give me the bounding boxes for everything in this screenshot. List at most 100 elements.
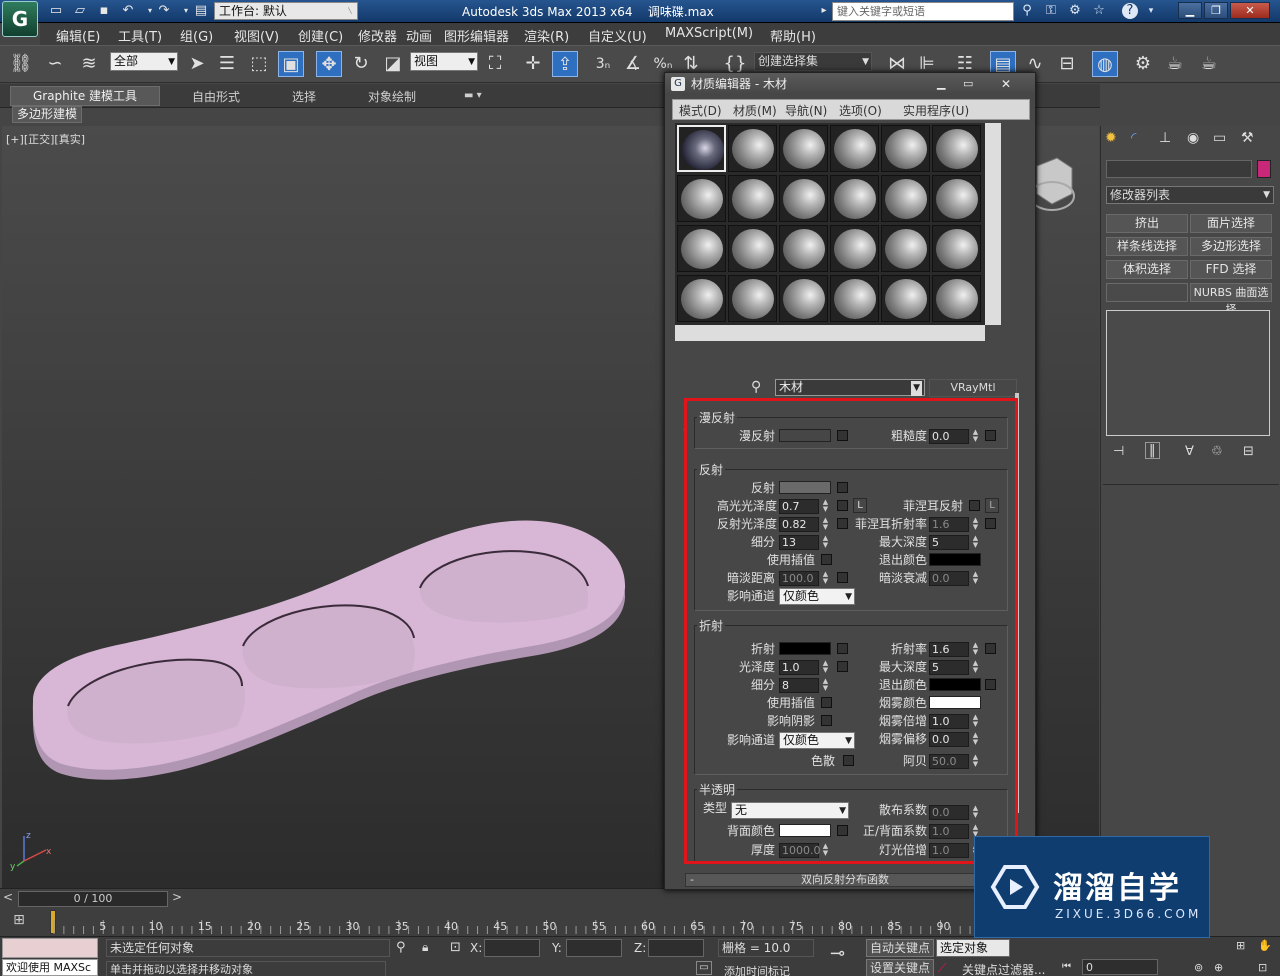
z-coord-field[interactable] — [648, 939, 704, 957]
object-name-field[interactable] — [1106, 160, 1252, 178]
snap-3d-icon[interactable]: 3ₙ — [590, 51, 616, 77]
refr-subdivs-spinner[interactable]: 8 — [779, 678, 819, 693]
me-close-icon[interactable]: ✕ — [1001, 73, 1011, 95]
spinner-arrows-icon[interactable]: ▲▼ — [971, 642, 980, 657]
modify-tab-icon[interactable]: ◜ — [1131, 130, 1136, 146]
ffd-select-button[interactable]: FFD 选择 — [1190, 260, 1272, 279]
sample-slots-vscroll[interactable] — [985, 123, 1001, 325]
scatter-coeff-spinner[interactable]: 0.0 — [929, 805, 969, 820]
material-editor-icon[interactable]: ◍ — [1092, 51, 1118, 77]
dispersion-checkbox[interactable] — [843, 755, 854, 766]
motion-tab-icon[interactable]: ◉ — [1187, 130, 1199, 146]
empty-modifier-button[interactable] — [1106, 283, 1188, 302]
poly-select-button[interactable]: 多边形选择 — [1190, 237, 1272, 256]
redo-dropdown-icon[interactable]: ▾ — [178, 3, 194, 19]
trans-type-dropdown[interactable]: 无 ▼ — [731, 802, 849, 819]
display-tab-icon[interactable]: ▭ — [1213, 130, 1226, 146]
refr-exit-color-swatch[interactable] — [929, 678, 981, 691]
time-config-icon[interactable]: ⊚ — [1194, 961, 1203, 974]
utilities-tab-icon[interactable]: ⚒ — [1241, 130, 1254, 146]
viewcube[interactable] — [1029, 157, 1075, 211]
menu-group[interactable]: 组(G) — [180, 26, 213, 45]
menu-help[interactable]: 帮助(H) — [770, 26, 816, 45]
nurbs-select-button[interactable]: NURBS 曲面选择 — [1190, 283, 1272, 316]
spinner-arrows-icon[interactable]: ▲▼ — [971, 805, 980, 820]
menu-views[interactable]: 视图(V) — [234, 26, 279, 45]
sample-slot[interactable] — [779, 225, 828, 272]
sample-slot[interactable] — [830, 175, 879, 222]
search-expand-icon[interactable]: ▸ — [816, 3, 832, 19]
thickness-spinner[interactable]: 1000.0 — [779, 843, 821, 858]
ior-spinner[interactable]: 1.6 — [929, 642, 969, 657]
open-file-icon[interactable]: ▱ — [72, 3, 88, 19]
diffuse-color-swatch[interactable] — [779, 429, 831, 442]
fwd-back-coeff-spinner[interactable]: 1.0 — [929, 824, 969, 839]
refl-subdivs-spinner[interactable]: 13 — [779, 535, 819, 550]
configure-sets-icon[interactable]: ⊟ — [1243, 444, 1254, 459]
hilight-gloss-map-button[interactable] — [837, 500, 848, 511]
abbe-spinner[interactable]: 50.0 — [929, 754, 969, 769]
restore-button[interactable]: ❐ — [1204, 2, 1228, 19]
seasoning-dish-model[interactable] — [32, 520, 626, 780]
select-object-icon[interactable]: ➤ — [184, 51, 210, 77]
ribbon-options-icon[interactable]: ▬ ▾ — [464, 90, 482, 101]
sample-slot[interactable] — [881, 125, 930, 172]
me-menu-options[interactable]: 选项(O) — [839, 102, 882, 119]
modifier-stack[interactable] — [1106, 310, 1270, 436]
x-coord-field[interactable] — [484, 939, 540, 957]
spinner-arrows-icon[interactable]: ▲▼ — [971, 754, 980, 769]
render-frame-icon[interactable]: ☕ — [1162, 51, 1188, 77]
affect-shadows-checkbox[interactable] — [821, 715, 832, 726]
material-editor-titlebar[interactable]: G 材质编辑器 - 木材 ▁ ▭ ✕ — [665, 73, 1035, 95]
dim-falloff-spinner[interactable]: 0.0 — [929, 571, 969, 586]
unlink-icon[interactable]: ∽ — [42, 51, 68, 77]
back-color-map-button[interactable] — [837, 825, 848, 836]
spinner-arrows-icon[interactable]: ▲▼ — [971, 517, 980, 532]
communication-icon[interactable]: ⚙ — [1066, 3, 1084, 19]
refl-gloss-spinner[interactable]: 0.82 — [779, 517, 819, 532]
spinner-arrows-icon[interactable]: ▲▼ — [971, 732, 980, 747]
menu-graph-editors[interactable]: 图形编辑器 — [444, 26, 509, 45]
search-input[interactable]: 键入关键字或短语 — [832, 2, 1014, 21]
schematic-view-icon[interactable]: ⊟ — [1054, 51, 1080, 77]
me-minimize-icon[interactable]: ▁ — [937, 73, 945, 95]
patch-select-button[interactable]: 面片选择 — [1190, 214, 1272, 233]
save-file-icon[interactable]: ▪ — [96, 3, 112, 19]
named-selection-dropdown[interactable]: 创建选择集 ▼ — [754, 52, 872, 71]
back-color-swatch[interactable] — [779, 824, 831, 837]
refract-map-button[interactable] — [837, 643, 848, 654]
refr-use-interp-checkbox[interactable] — [821, 697, 832, 708]
zoom-icon[interactable]: ⊕ — [1214, 961, 1223, 974]
remove-modifier-icon[interactable]: ♲ — [1211, 444, 1223, 459]
spinner-arrows-icon[interactable]: ▲▼ — [821, 499, 830, 514]
hilight-gloss-spinner[interactable]: 0.7 — [779, 499, 819, 514]
prev-frame-icon[interactable]: < — [3, 890, 13, 904]
subtab-polygon-modeling[interactable]: 多边形建模 — [12, 106, 83, 123]
sample-slot[interactable] — [677, 175, 726, 222]
workspace-expand-icon[interactable]: ▼ — [344, 3, 360, 19]
undo-icon[interactable]: ↶ — [120, 3, 136, 19]
fresnel-checkbox[interactable] — [969, 500, 980, 511]
pivot-center-icon[interactable]: ⛶ — [482, 51, 508, 77]
sample-slot[interactable] — [677, 275, 726, 322]
sample-slot[interactable] — [779, 125, 828, 172]
selection-filter-dropdown[interactable]: 全部 ▼ — [110, 52, 178, 71]
refr-gloss-map-button[interactable] — [837, 661, 848, 672]
dim-distance-spinner[interactable]: 100.0 — [779, 571, 819, 586]
sample-slot[interactable] — [728, 275, 777, 322]
fresnel-lock-button[interactable]: L — [985, 498, 999, 513]
reflect-color-swatch[interactable] — [779, 481, 831, 494]
refl-exit-color-swatch[interactable] — [929, 553, 981, 566]
time-slider[interactable]: 0 / 100 — [18, 891, 168, 907]
fog-mult-spinner[interactable]: 1.0 — [929, 714, 969, 729]
refl-gloss-map-button[interactable] — [837, 518, 848, 529]
workspace-dropdown[interactable]: 工作台: 默认 ▼ — [214, 2, 358, 20]
spinner-arrows-icon[interactable]: ▲▼ — [971, 571, 980, 586]
menu-customize[interactable]: 自定义(U) — [588, 26, 647, 45]
set-key-icon[interactable]: ⊸ — [830, 943, 845, 964]
refr-affect-channels-dropdown[interactable]: 仅颜色 ▼ — [779, 732, 855, 749]
bind-spacewarp-icon[interactable]: ≋ — [76, 51, 102, 77]
vol-select-button[interactable]: 体积选择 — [1106, 260, 1188, 279]
redo-icon[interactable]: ↷ — [156, 3, 172, 19]
sample-slot[interactable] — [728, 125, 777, 172]
